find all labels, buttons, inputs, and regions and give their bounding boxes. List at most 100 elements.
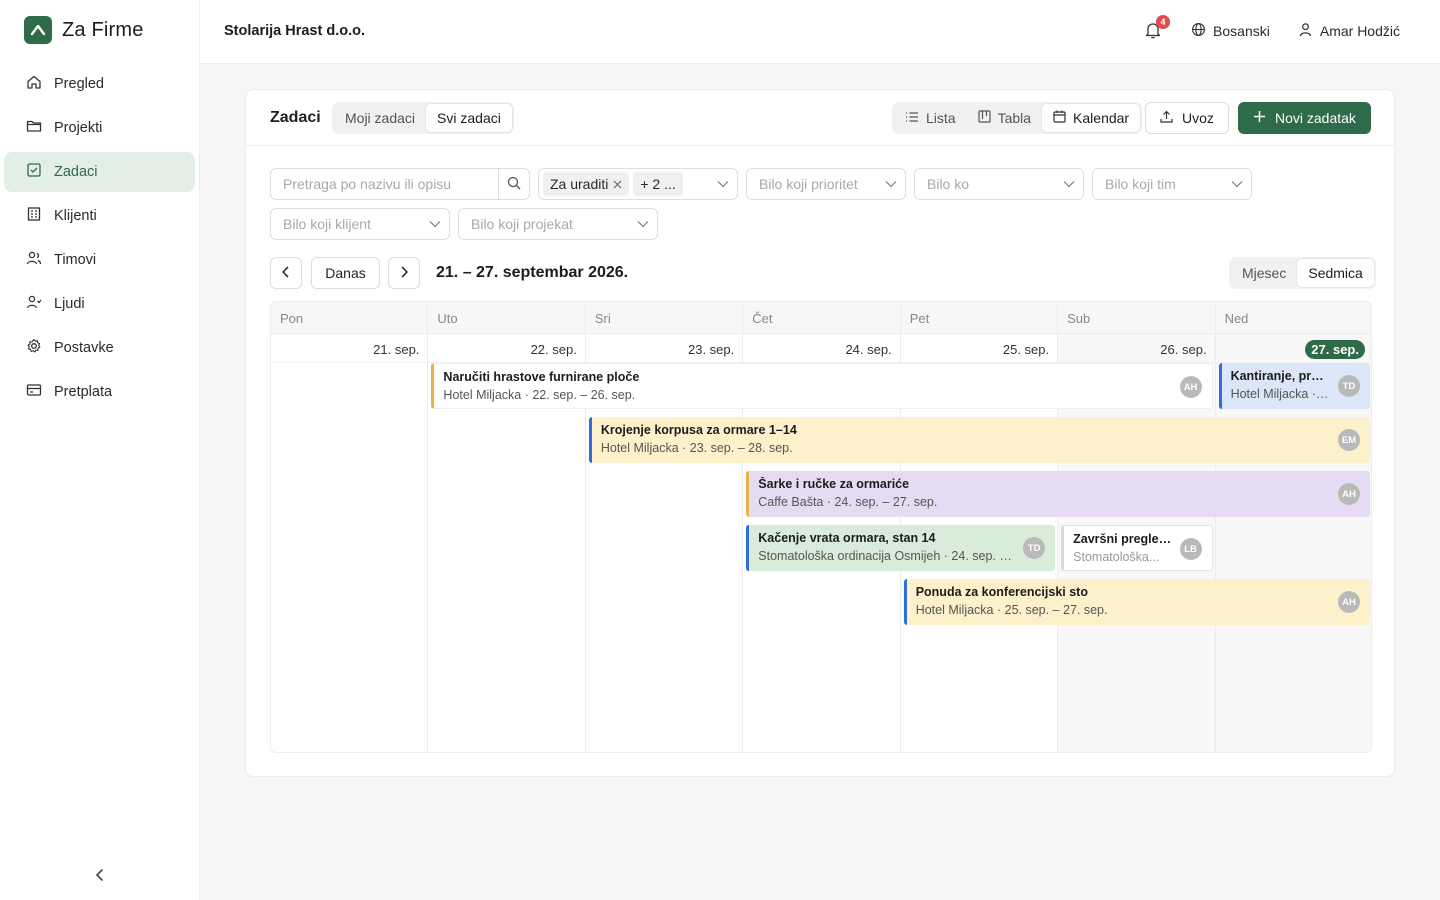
client-filter[interactable]: Bilo koji klijent <box>270 208 450 240</box>
status-filter[interactable]: Za uraditi + 2 ... <box>538 168 738 200</box>
chevron-left-icon <box>94 868 106 885</box>
language-selector[interactable]: Bosanski <box>1191 22 1270 40</box>
next-week-button[interactable] <box>388 257 420 289</box>
day-column[interactable]: Pon 21. sep. <box>271 302 429 752</box>
sidebar-collapse-button[interactable] <box>90 866 110 886</box>
sidebar: Za Firme Pregled Projekti Zadaci Klijent… <box>0 0 200 900</box>
sidebar-item-klijenti[interactable]: Klijenti <box>4 196 195 236</box>
day-date-cell: 25. sep. <box>900 334 1058 363</box>
import-button[interactable]: Uvoz <box>1145 102 1229 134</box>
day-date: 23. sep. <box>688 342 735 357</box>
assignee-placeholder: Bilo ko <box>927 176 970 192</box>
team-icon <box>26 250 42 270</box>
calendar-icon <box>1053 110 1066 126</box>
new-task-button[interactable]: Novi zadatak <box>1238 102 1371 134</box>
task-title: Ponuda za konferencijski sto <box>915 585 1088 599</box>
topbar: Stolarija Hrast d.o.o. 4 Bosanski Amar H… <box>200 0 1440 64</box>
date-range-title: 21. – 27. septembar 2026. <box>436 264 629 281</box>
day-date: 21. sep. <box>373 342 420 357</box>
task-subtitle: Stomatološka ordinacija Osmijeh · 24. se… <box>758 549 1038 563</box>
status-more-tag: + 2 ... <box>633 172 683 196</box>
chevron-right-icon <box>399 265 409 282</box>
day-date: 24. sep. <box>845 342 892 357</box>
brand-name: Za Firme <box>62 18 144 41</box>
tab-mjesec[interactable]: Mjesec <box>1231 259 1297 287</box>
list-icon <box>905 110 919 126</box>
sidebar-item-label: Ljudi <box>54 296 85 312</box>
task-subtitle: Hotel Miljacka · 23. sep. – 28. sep. <box>600 441 793 455</box>
search-input[interactable] <box>271 169 498 199</box>
task-event[interactable]: Završni pregled i... Stomatološka... LB <box>1061 525 1213 571</box>
chevron-down-icon <box>421 220 449 228</box>
priority-filter[interactable]: Bilo koji prioritet <box>746 168 906 200</box>
user-menu[interactable]: Amar Hodžić <box>1298 22 1400 40</box>
brand[interactable]: Za Firme <box>24 16 144 44</box>
sidebar-item-ljudi[interactable]: Ljudi <box>4 284 195 324</box>
team-filter[interactable]: Bilo koji tim <box>1092 168 1252 200</box>
task-title: Naručiti hrastove furnirane ploče <box>443 370 640 384</box>
brand-logo-icon <box>24 16 52 44</box>
task-event[interactable]: Šarke i ručke za ormariće Caffe Bašta · 2… <box>746 471 1370 517</box>
board-icon <box>977 110 991 126</box>
assignee-filter[interactable]: Bilo ko <box>914 168 1084 200</box>
sidebar-item-pregled[interactable]: Pregled <box>4 64 195 104</box>
status-tag: Za uraditi <box>543 172 630 196</box>
chevron-down-icon <box>1223 180 1251 188</box>
priority-placeholder: Bilo koji prioritet <box>759 176 858 192</box>
tab-kalendar-label: Kalendar <box>1073 110 1130 126</box>
sidebar-item-projekti[interactable]: Projekti <box>4 108 195 148</box>
plus-icon <box>1253 110 1266 126</box>
user-name: Amar Hodžić <box>1319 23 1400 39</box>
sidebar-item-label: Klijenti <box>54 208 97 224</box>
remove-tag-icon[interactable] <box>613 176 622 192</box>
task-event[interactable]: Ponuda za konferencijski sto Hotel Miljac… <box>903 579 1370 625</box>
tab-svi-zadaci[interactable]: Svi zadaci <box>426 104 512 132</box>
tasks-header: Zadaci Moji zadaci Svi zadaci Lista Tabl… <box>246 90 1394 146</box>
day-name: Sub <box>1058 302 1215 334</box>
chevron-down-icon <box>709 180 737 188</box>
week-calendar: Pon 21. sep. Uto 22. sep. Sri 23. sep. Čet 24. … <box>270 301 1372 753</box>
tab-lista[interactable]: Lista <box>894 104 967 132</box>
gear-icon <box>26 338 42 358</box>
card-icon <box>26 382 42 402</box>
people-icon <box>26 294 42 314</box>
task-event[interactable]: Naručiti hrastove furnirane ploče Hotel M… <box>431 363 1213 409</box>
day-name: Uto <box>428 302 585 334</box>
home-icon <box>26 74 42 94</box>
task-event[interactable]: Kačenje vrata ormara, stan 14 Stomatološk… <box>746 525 1056 571</box>
prev-week-button[interactable] <box>270 257 302 289</box>
avatar: AH <box>1337 483 1360 505</box>
tab-sedmica[interactable]: Sedmica <box>1297 259 1374 287</box>
today-button[interactable]: Danas <box>311 257 380 289</box>
sidebar-item-zadaci[interactable]: Zadaci <box>4 152 195 192</box>
sidebar-item-label: Zadaci <box>54 164 98 180</box>
project-filter[interactable]: Bilo koji projekat <box>458 208 658 240</box>
day-date-cell: 22. sep. <box>428 334 585 363</box>
day-date: 26. sep. <box>1160 342 1207 357</box>
status-tag-label: Za uraditi <box>550 176 609 192</box>
notifications-button[interactable]: 4 <box>1143 15 1171 42</box>
client-placeholder: Bilo koji klijent <box>283 216 371 232</box>
tab-moji-zadaci[interactable]: Moji zadaci <box>334 104 426 132</box>
sidebar-item-timovi[interactable]: Timovi <box>4 240 195 280</box>
day-name: Pet <box>900 302 1058 334</box>
day-date: 25. sep. <box>1002 342 1050 357</box>
task-event[interactable]: Krojenje korpusa za ormare 1–14 Hotel Mil… <box>588 417 1370 463</box>
avatar: AH <box>1337 591 1360 613</box>
tab-tabla[interactable]: Tabla <box>967 104 1042 132</box>
day-date-cell: 26. sep. <box>1058 334 1215 363</box>
search-button[interactable] <box>498 169 529 199</box>
sidebar-item-label: Postavke <box>54 340 114 356</box>
notification-count-badge: 4 <box>1156 15 1171 29</box>
sidebar-nav: Pregled Projekti Zadaci Klijenti Timovi … <box>4 64 195 416</box>
day-date-cell: 24. sep. <box>743 334 900 363</box>
upload-icon <box>1160 110 1173 126</box>
day-name: Ned <box>1215 302 1371 334</box>
sidebar-item-pretplata[interactable]: Pretplata <box>4 372 195 412</box>
sidebar-item-postavke[interactable]: Postavke <box>4 328 195 368</box>
task-event[interactable]: Kantiranje, prva... Hotel Miljacka · 2...… <box>1218 363 1370 409</box>
calendar-mode-tabs: Mjesec Sedmica <box>1229 257 1376 289</box>
status-more-label: + 2 ... <box>640 176 676 192</box>
tab-kalendar[interactable]: Kalendar <box>1042 104 1141 132</box>
task-title: Šarke i ručke za ormariće <box>758 477 910 491</box>
